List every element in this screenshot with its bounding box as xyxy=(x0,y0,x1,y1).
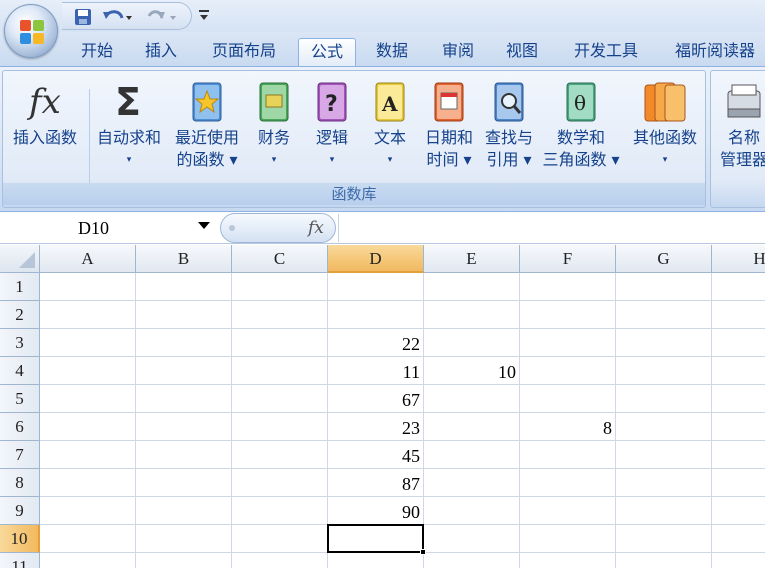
name-manager-button[interactable]: 名称 管理器 xyxy=(713,77,765,171)
svg-text:A: A xyxy=(381,92,398,116)
spreadsheet-grid: ABCDEFGH 1 2 3 4 5 6 7 8 9 10 11 22 11 10 67 23 8 45 87 90 xyxy=(0,245,765,568)
redo-icon[interactable] xyxy=(144,6,178,28)
text-button[interactable]: A 文本 ▾ xyxy=(363,77,417,171)
tab-formulas[interactable]: 公式 xyxy=(298,38,356,66)
card-file-icon xyxy=(727,84,761,118)
svg-text:fx: fx xyxy=(26,82,61,122)
cell-e4[interactable]: 10 xyxy=(424,357,520,385)
save-icon[interactable] xyxy=(72,6,94,28)
quick-access-toolbar xyxy=(62,2,192,30)
calendar-book-icon xyxy=(434,82,464,122)
cell-f6[interactable]: 8 xyxy=(520,413,616,441)
date-time-button[interactable]: 日期和 时间 ▾ xyxy=(419,77,479,171)
insert-function-fx-icon[interactable]: fx xyxy=(308,218,324,238)
customize-qat-icon[interactable] xyxy=(198,8,210,22)
column-header-d[interactable]: D xyxy=(328,245,424,273)
financial-button[interactable]: 财务 ▾ xyxy=(247,77,301,171)
name-box[interactable]: D10 xyxy=(0,215,214,241)
lookup-reference-button[interactable]: 查找与 引用 ▾ xyxy=(479,77,539,171)
column-header-h[interactable]: H xyxy=(712,245,765,273)
sigma-icon: Σ xyxy=(115,80,141,124)
ribbon-tabs: 开始 插入 页面布局 公式 数据 审阅 视图 开发工具 福昕阅读器 xyxy=(0,32,765,66)
recently-used-button[interactable]: 最近使用 的函数 ▾ xyxy=(169,77,245,171)
tab-home[interactable]: 开始 xyxy=(70,38,124,66)
multi-book-icon xyxy=(644,82,686,122)
undo-icon[interactable] xyxy=(100,6,134,28)
cell-d4[interactable]: 11 xyxy=(328,357,424,385)
triangle-icon xyxy=(19,252,35,268)
formula-input[interactable] xyxy=(338,214,765,242)
cell-d8[interactable]: 87 xyxy=(328,469,424,497)
tab-view[interactable]: 视图 xyxy=(494,38,550,66)
tab-foxit-reader[interactable]: 福昕阅读器 xyxy=(662,38,765,66)
office-button[interactable] xyxy=(4,4,58,58)
money-book-icon xyxy=(259,82,289,122)
row-header-4[interactable]: 4 xyxy=(0,357,40,385)
cell-d3[interactable]: 22 xyxy=(328,329,424,357)
row-header-9[interactable]: 9 xyxy=(0,497,40,525)
defined-names-group: 名称 管理器 xyxy=(710,70,765,208)
cell-d5[interactable]: 67 xyxy=(328,385,424,413)
row-header-5[interactable]: 5 xyxy=(0,385,40,413)
row-header-8[interactable]: 8 xyxy=(0,469,40,497)
column-header-g[interactable]: G xyxy=(616,245,712,273)
group-label: 函数库 xyxy=(3,183,705,205)
column-header-e[interactable]: E xyxy=(424,245,520,273)
office-logo-icon xyxy=(20,20,44,44)
column-header-f[interactable]: F xyxy=(520,245,616,273)
magnifier-book-icon xyxy=(494,82,524,122)
svg-text:θ: θ xyxy=(574,91,586,115)
row-header-11[interactable]: 11 xyxy=(0,553,40,568)
column-header-b[interactable]: B xyxy=(136,245,232,273)
row-header-3[interactable]: 3 xyxy=(0,329,40,357)
tab-data[interactable]: 数据 xyxy=(364,38,420,66)
column-header-c[interactable]: C xyxy=(232,245,328,273)
math-trig-button[interactable]: θ 数学和 三角函数 ▾ xyxy=(539,77,623,171)
row-header-7[interactable]: 7 xyxy=(0,441,40,469)
formula-bar: D10 fx xyxy=(0,212,765,244)
autosum-button[interactable]: Σ 自动求和 ▾ xyxy=(91,77,167,171)
more-functions-button[interactable]: 其他函数 ▾ xyxy=(625,77,705,171)
expand-handle-icon[interactable] xyxy=(229,225,235,231)
separator xyxy=(89,89,90,185)
question-book-icon: ? xyxy=(317,82,347,122)
logical-button[interactable]: ? 逻辑 ▾ xyxy=(305,77,359,171)
theta-book-icon: θ xyxy=(566,82,596,122)
fill-handle[interactable] xyxy=(420,549,426,555)
row-header-2[interactable]: 2 xyxy=(0,301,40,329)
cell-d7[interactable]: 45 xyxy=(328,441,424,469)
star-book-icon xyxy=(192,82,222,122)
insert-function-button[interactable]: fx 插入函数 xyxy=(5,77,85,149)
column-header-a[interactable]: A xyxy=(40,245,136,273)
chevron-down-icon[interactable] xyxy=(198,222,210,229)
gridline xyxy=(40,300,765,301)
cell-d9[interactable]: 90 xyxy=(328,497,424,525)
tab-insert[interactable]: 插入 xyxy=(134,38,188,66)
tab-developer[interactable]: 开发工具 xyxy=(560,38,652,66)
cell-d6[interactable]: 23 xyxy=(328,413,424,441)
row-header-6[interactable]: 6 xyxy=(0,413,40,441)
svg-text:Σ: Σ xyxy=(115,80,141,124)
row-header-10[interactable]: 10 xyxy=(0,525,40,553)
ribbon: fx 插入函数 Σ 自动求和 ▾ 最近使用 的函数 ▾ 财务 ▾ ? 逻辑 ▾ … xyxy=(0,66,765,212)
text-book-icon: A xyxy=(375,82,405,122)
select-all-button[interactable] xyxy=(0,245,40,273)
row-header-1[interactable]: 1 xyxy=(0,273,40,301)
tab-page-layout[interactable]: 页面布局 xyxy=(198,38,290,66)
tab-review[interactable]: 审阅 xyxy=(430,38,486,66)
fx-icon: fx xyxy=(26,82,61,122)
function-library-group: fx 插入函数 Σ 自动求和 ▾ 最近使用 的函数 ▾ 财务 ▾ ? 逻辑 ▾ … xyxy=(2,70,706,208)
svg-text:?: ? xyxy=(325,92,338,117)
active-cell-border[interactable] xyxy=(327,524,424,553)
